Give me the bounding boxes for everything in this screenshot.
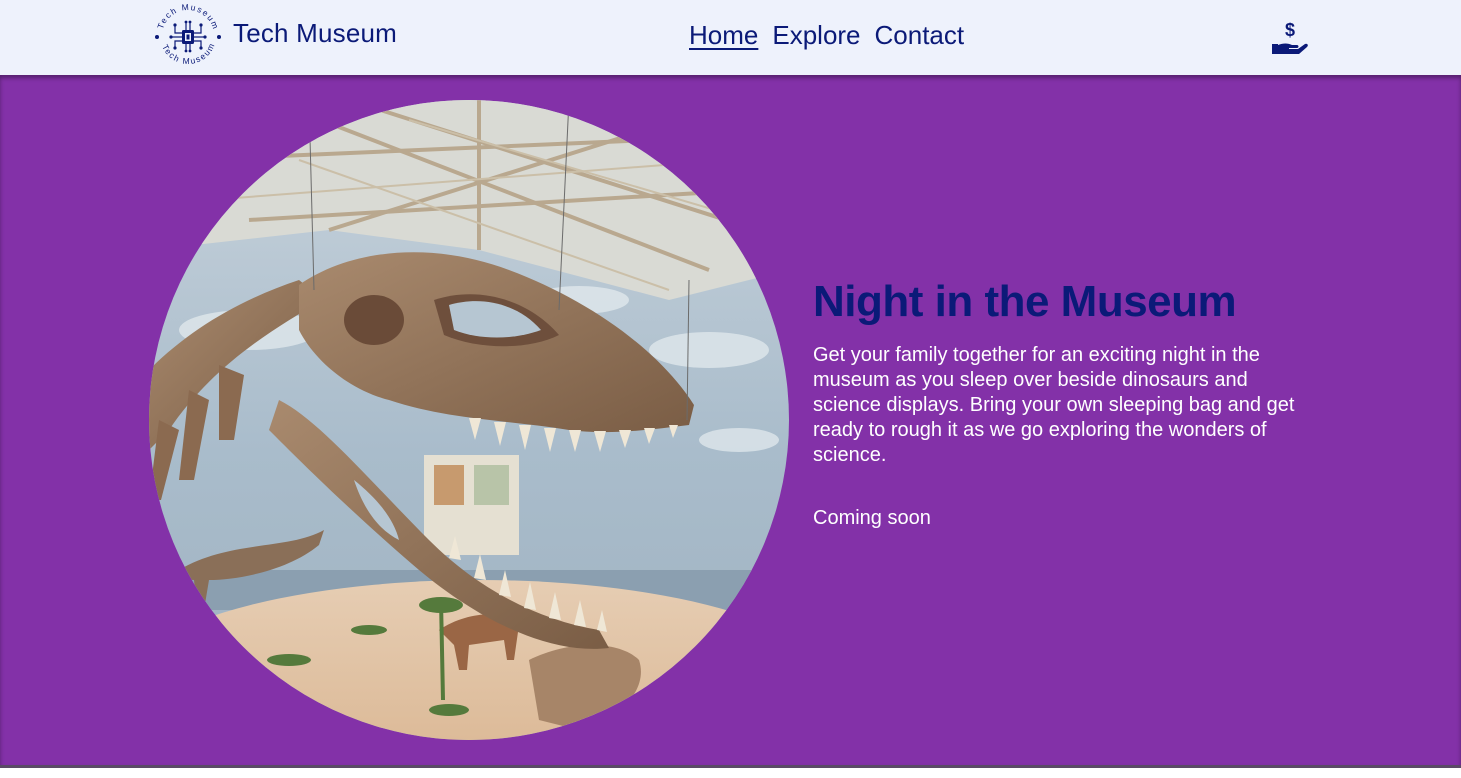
dinosaur-skeleton-image (149, 100, 789, 740)
svg-text:$: $ (1285, 20, 1295, 40)
hero-section: Night in the Museum Get your family toge… (0, 75, 1461, 768)
hero-description: Get your family together for an exciting… (813, 344, 1295, 466)
logo-icon: Tech Museum Tech Museum (155, 2, 221, 66)
logo[interactable]: Tech Museum Tech Museum (150, 0, 226, 72)
hero-title: Night in the Museum (813, 277, 1237, 326)
hand-dollar-icon[interactable]: $ (1268, 18, 1310, 58)
site-header: Tech Museum Tech Museum Tech Museum Home… (0, 0, 1461, 75)
site-title[interactable]: Tech Museum (233, 18, 397, 49)
svg-text:Tech Museum: Tech Museum (155, 2, 221, 32)
nav-explore[interactable]: Explore (772, 18, 860, 52)
nav-home[interactable]: Home (689, 18, 758, 52)
svg-text:Tech Museum: Tech Museum (160, 40, 217, 66)
main-nav: Home Explore Contact (689, 18, 964, 52)
page-bottom-strip (0, 768, 1461, 778)
nav-contact[interactable]: Contact (875, 18, 965, 52)
hero-status: Coming soon (813, 507, 931, 529)
